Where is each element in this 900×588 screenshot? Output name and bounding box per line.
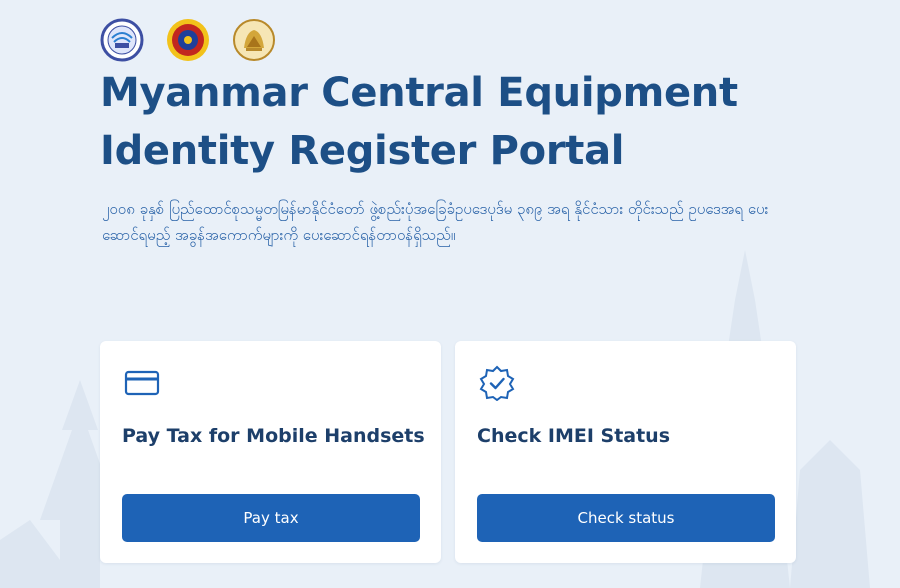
- ministry-seal-logo-icon: [167, 19, 209, 61]
- pay-tax-card-title: Pay Tax for Mobile Handsets: [122, 425, 425, 447]
- pay-tax-card: Pay Tax for Mobile Handsets Pay tax: [100, 341, 441, 563]
- ptd-logo-icon: [100, 18, 144, 62]
- state-emblem-logo-icon: [233, 19, 275, 61]
- constitution-notice: ၂၀၀၈ ခုနှစ် ပြည်ထောင်စုသမ္မတမြန်မာနိုင်င…: [102, 200, 769, 244]
- verified-badge-icon: [479, 365, 515, 401]
- page-title: Myanmar Central Equipment Identity Regis…: [100, 70, 738, 174]
- partner-logos: [100, 18, 276, 62]
- check-imei-card: Check IMEI Status Check status: [455, 341, 796, 563]
- credit-card-icon: [124, 370, 160, 396]
- check-status-button[interactable]: Check status: [477, 494, 775, 542]
- pay-tax-button[interactable]: Pay tax: [122, 494, 420, 542]
- check-imei-card-title: Check IMEI Status: [477, 425, 671, 447]
